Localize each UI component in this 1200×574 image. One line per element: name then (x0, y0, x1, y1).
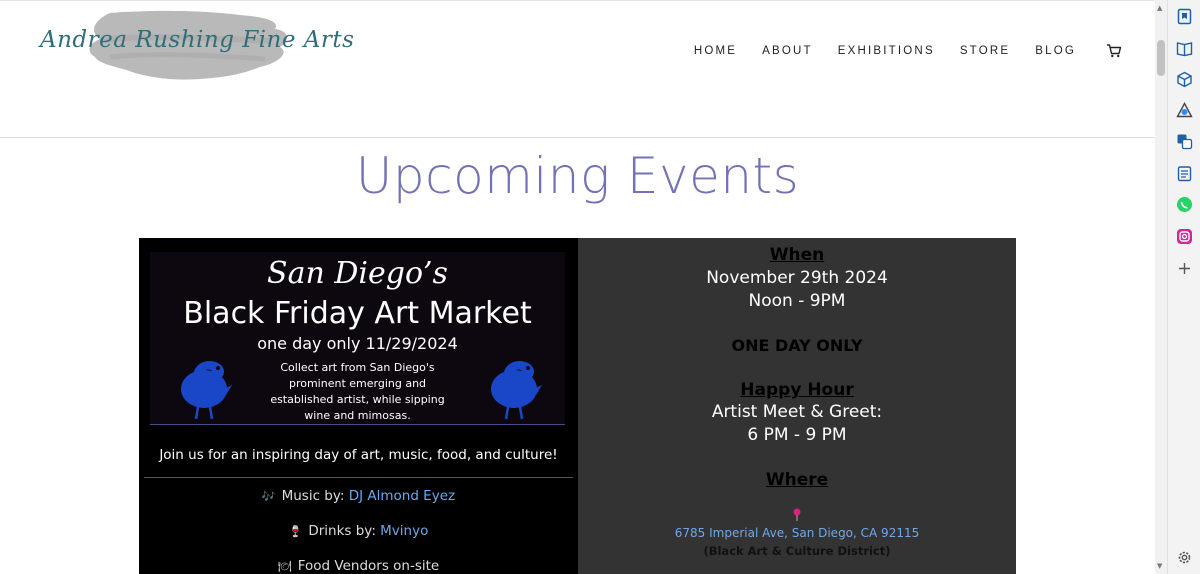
poster-desc-line: Collect art from San Diego's (280, 361, 435, 374)
poster-divider (150, 424, 565, 425)
happy-hour-heading: Happy Hour (740, 380, 854, 400)
address-link[interactable]: 6785 Imperial Ave, San Diego, CA 92115 (578, 526, 1016, 540)
event-block: San Diego’s Black Friday Art Market one … (139, 238, 1016, 574)
event-details-right: When November 29th 2024 Noon - 9PM ONE D… (578, 238, 1016, 574)
wine-glass-icon: 🍷 (288, 525, 303, 538)
page-scrollbar[interactable]: ▲ ▼ (1155, 0, 1167, 574)
event-time: Noon - 9PM (748, 291, 846, 311)
nav-exhibitions[interactable]: EXHIBITIONS (838, 45, 935, 57)
cube-icon[interactable] (1176, 71, 1193, 88)
nav-about[interactable]: ABOUT (762, 45, 813, 57)
drinks-label: Drinks by: (308, 523, 381, 539)
poster-description: Collect art from San Diego's prominent e… (250, 360, 465, 424)
event-intro-text: Join us for an inspiring day of art, mus… (159, 447, 558, 463)
nav-blog[interactable]: BLOG (1035, 45, 1076, 57)
when-heading: When (769, 245, 825, 265)
site-logo[interactable]: Andrea Rushing Fine Arts (40, 7, 354, 85)
food-text: Food Vendors on-site (297, 558, 440, 574)
settings-gear-icon[interactable] (1176, 549, 1193, 566)
browser-sidebar (1167, 0, 1200, 574)
music-label: Music by: (281, 488, 349, 504)
scrollbar-thumb[interactable] (1157, 40, 1165, 76)
instagram-icon[interactable] (1176, 228, 1193, 245)
poster-city: San Diego’s (267, 256, 448, 291)
music-notes-icon: 🎶 (261, 490, 276, 503)
logo-text: Andrea Rushing Fine Arts (40, 27, 355, 53)
scroll-down-arrow-icon[interactable]: ▼ (1157, 562, 1162, 570)
book-icon[interactable] (1176, 40, 1193, 57)
shapes-icon[interactable] (1176, 102, 1193, 119)
poster-date: one day only 11/29/2024 (257, 334, 458, 353)
dj-link[interactable]: DJ Almond Eyez (349, 488, 455, 504)
event-date: November 29th 2024 (706, 268, 888, 288)
poster-desc-line: prominent emerging and (288, 377, 427, 390)
poster-desc-line: wine and mimosas. (304, 409, 411, 422)
event-details-left: San Diego’s Black Friday Art Market one … (139, 238, 578, 574)
where-heading: Where (765, 470, 829, 490)
music-line: 🎶 Music by: DJ Almond Eyez (139, 488, 578, 504)
plate-icon: 🍽 (277, 560, 292, 573)
translate-icon[interactable] (1176, 133, 1193, 150)
happy-hour-text: Artist Meet & Greet: (711, 402, 883, 422)
add-icon[interactable] (1176, 260, 1193, 277)
one-day-only: ONE DAY ONLY (731, 336, 863, 355)
district-label: (Black Art & Culture District) (703, 544, 891, 558)
main-nav: HOME ABOUT EXHIBITIONS STORE BLOG (694, 43, 1122, 59)
mvinyo-link[interactable]: Mvinyo (380, 523, 428, 539)
happy-hour-time: 6 PM - 9 PM (747, 425, 847, 445)
poster-desc-line: established artist, while sipping (270, 393, 445, 406)
event-poster: San Diego’s Black Friday Art Market one … (150, 252, 565, 425)
whatsapp-icon[interactable] (1176, 196, 1193, 213)
bookmark-icon[interactable] (1176, 8, 1193, 25)
notes-icon[interactable] (1176, 165, 1193, 182)
food-line: 🍽 Food Vendors on-site (139, 558, 578, 574)
nav-home[interactable]: HOME (694, 45, 737, 57)
page-title: Upcoming Events (355, 147, 800, 205)
sankofa-bird-right-icon (491, 361, 542, 420)
poster-title: Black Friday Art Market (183, 296, 532, 331)
web-page: Andrea Rushing Fine Arts HOME ABOUT EXHI… (0, 0, 1155, 574)
scroll-up-arrow-icon[interactable]: ▲ (1157, 4, 1162, 12)
drinks-line: 🍷 Drinks by: Mvinyo (139, 523, 578, 539)
section-divider (144, 477, 573, 478)
site-header: Andrea Rushing Fine Arts HOME ABOUT EXHI… (0, 1, 1155, 138)
cart-icon[interactable] (1106, 43, 1122, 59)
nav-store[interactable]: STORE (960, 45, 1010, 57)
sankofa-bird-left-icon (181, 361, 232, 420)
location-pin-icon (793, 508, 801, 521)
